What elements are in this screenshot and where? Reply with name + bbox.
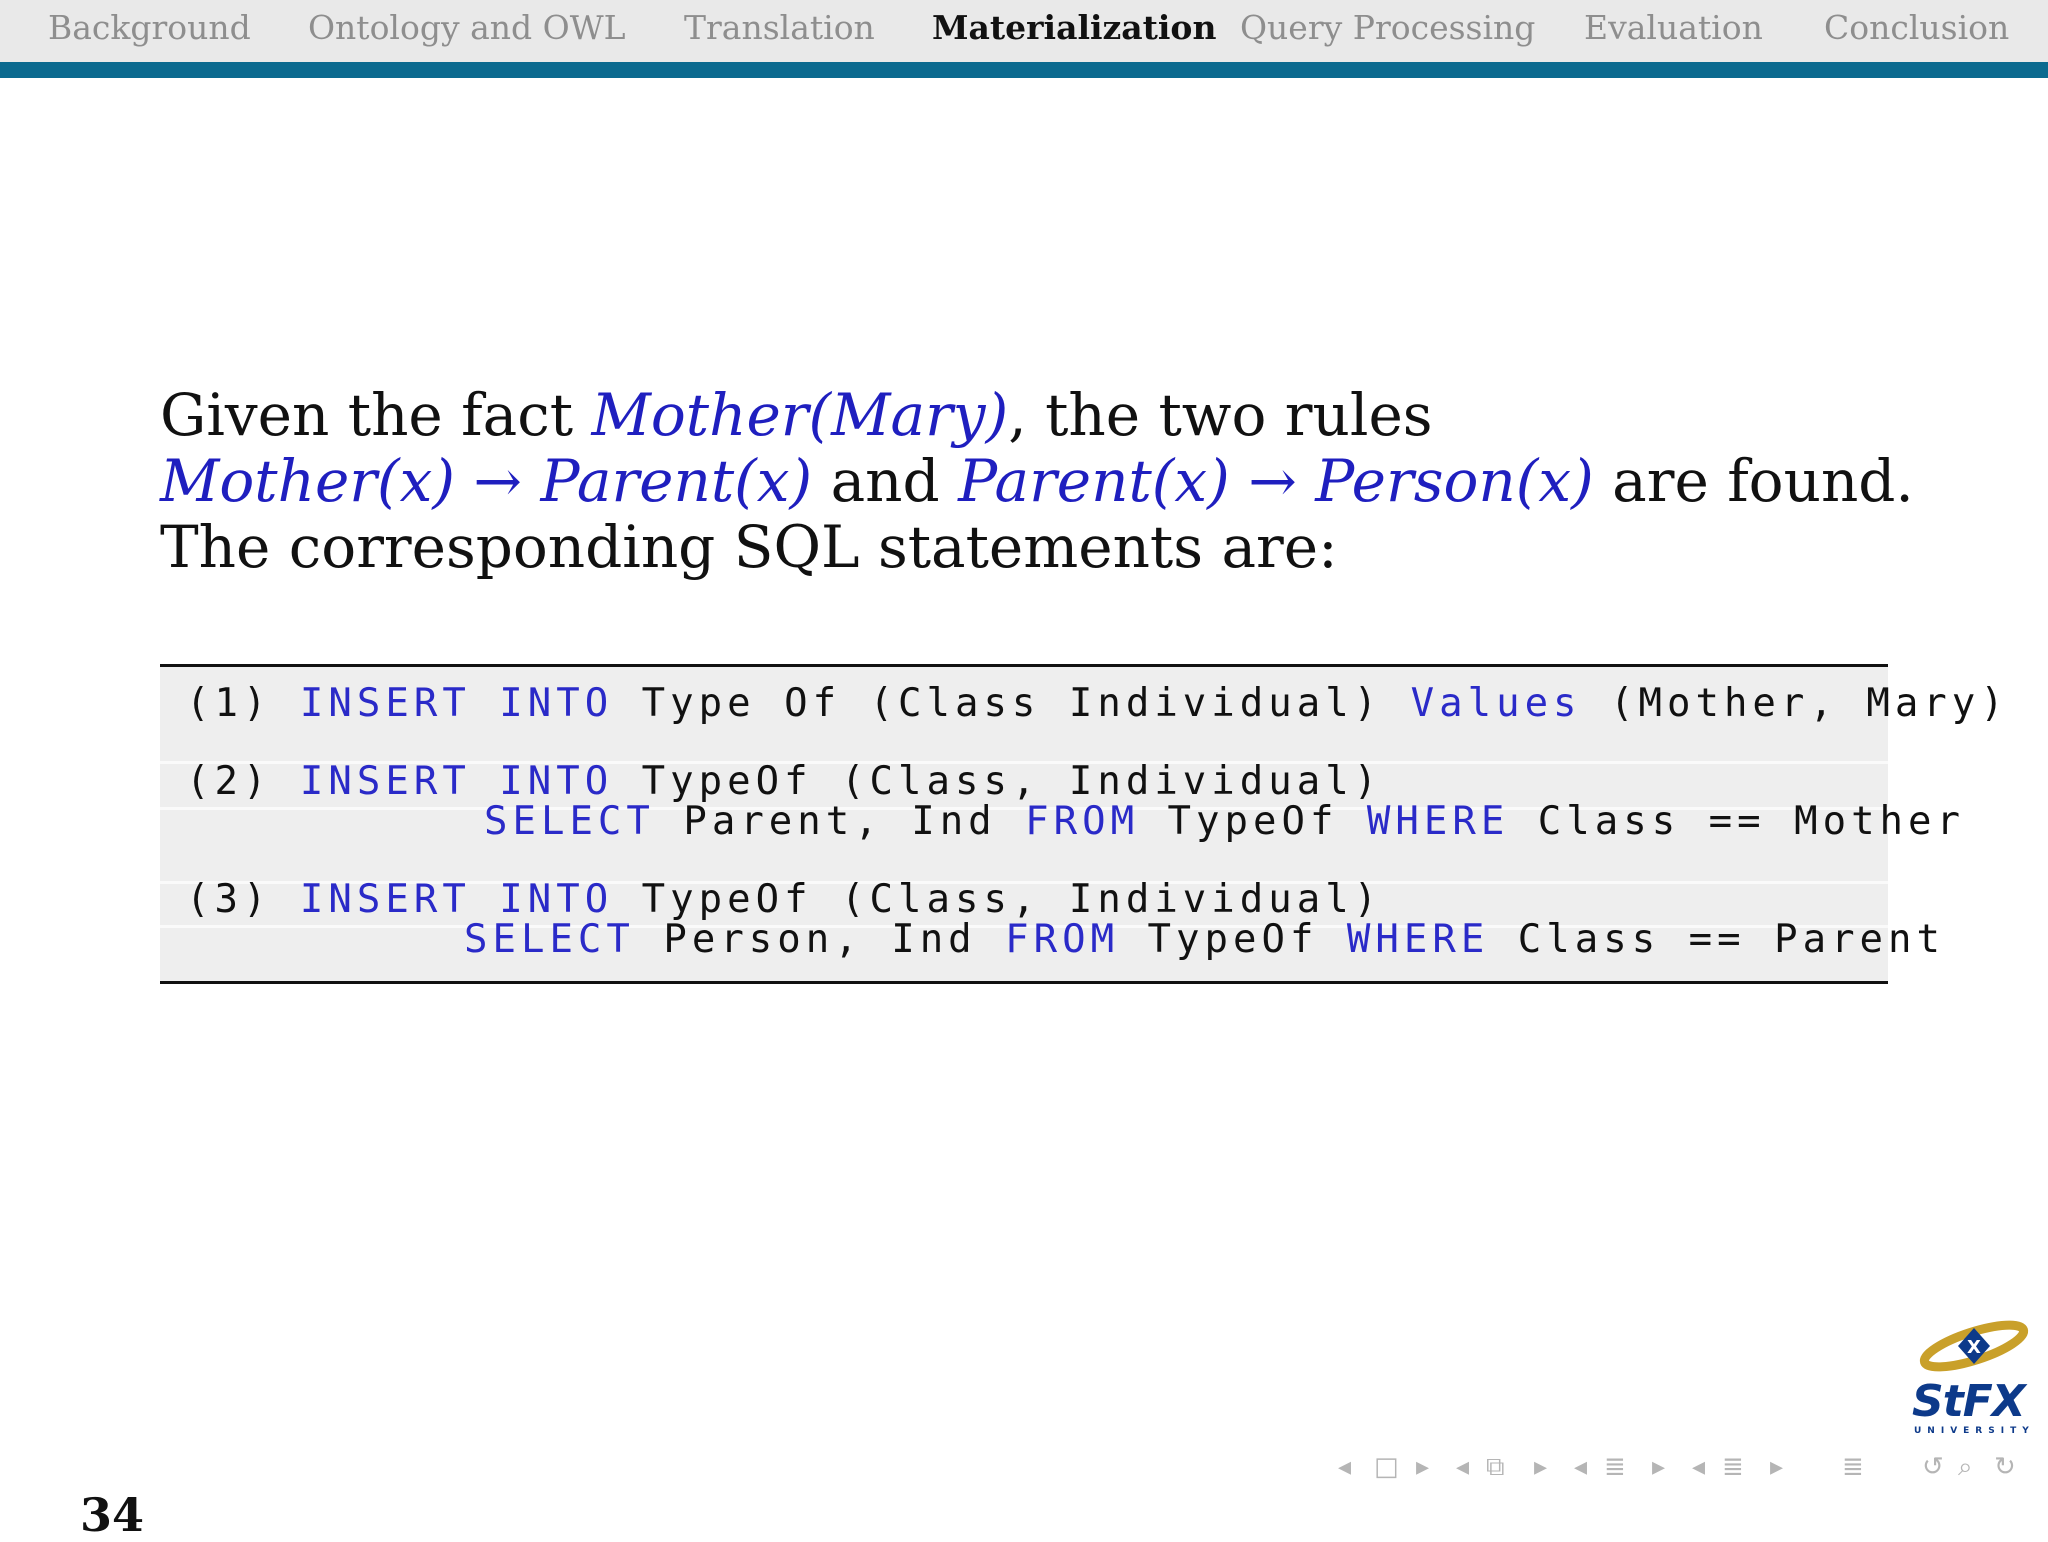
nav-item-translation[interactable]: Translation: [684, 8, 875, 47]
frames-icon[interactable]: ⧉: [1486, 1452, 1505, 1486]
logo-subtext: UNIVERSITY: [1914, 1426, 2035, 1436]
intro-line-3: The corresponding SQL statements are:: [160, 513, 1338, 581]
next-icon[interactable]: ▸: [1770, 1452, 1783, 1486]
prev-icon[interactable]: ◂: [1574, 1452, 1587, 1486]
fact-math: Mother(Mary): [591, 381, 1009, 449]
nav-item-conclusion[interactable]: Conclusion: [1824, 8, 2009, 47]
prev-icon[interactable]: ◂: [1338, 1452, 1351, 1486]
prev-icon[interactable]: ◂: [1692, 1452, 1705, 1486]
code-line-2: (2) INSERT INTO TypeOf (Class, Individua…: [186, 759, 1383, 804]
menu-icon[interactable]: ≣: [1842, 1452, 1864, 1486]
code-line-4: (3) INSERT INTO TypeOf (Class, Individua…: [186, 877, 1383, 922]
section-icon[interactable]: ≣: [1722, 1452, 1744, 1486]
code-line-3: SELECT Parent, Ind FROM TypeOf WHERE Cla…: [484, 799, 1965, 844]
next-icon[interactable]: ▸: [1652, 1452, 1665, 1486]
code-line-5: SELECT Person, Ind FROM TypeOf WHERE Cla…: [464, 917, 1945, 962]
nav-item-ontology-and-owl[interactable]: Ontology and OWL: [308, 8, 626, 47]
code-line-1: (1) INSERT INTO Type Of (Class Individua…: [186, 681, 2009, 726]
page-number: 34: [80, 1488, 145, 1542]
sql-code-block: (1) INSERT INTO Type Of (Class Individua…: [160, 664, 2004, 984]
subsection-icon[interactable]: ≣: [1604, 1452, 1626, 1486]
rule-2-math: Parent(x) → Person(x): [958, 447, 1594, 515]
intro-paragraph: Given the fact Mother(Mary), the two rul…: [160, 382, 1920, 580]
next-icon[interactable]: ▸: [1534, 1452, 1547, 1486]
frame-icon[interactable]: □: [1374, 1452, 1399, 1486]
prev-icon[interactable]: ◂: [1456, 1452, 1469, 1486]
nav-item-background[interactable]: Background: [48, 8, 251, 47]
nav-item-materialization[interactable]: Materialization: [932, 8, 1216, 47]
logo-wordmark: StFX: [1912, 1376, 2026, 1427]
next-icon[interactable]: ▸: [1416, 1452, 1429, 1486]
nav-item-evaluation[interactable]: Evaluation: [1584, 8, 1763, 47]
search-icon[interactable]: ⌕: [1958, 1452, 1973, 1486]
redo-icon[interactable]: ↻: [1994, 1452, 2016, 1486]
rule-1-math: Mother(x) → Parent(x): [160, 447, 813, 515]
svg-text:X: X: [1967, 1337, 1981, 1358]
section-navigation-bar: Background Ontology and OWL Translation …: [0, 0, 2048, 78]
nav-item-query-processing[interactable]: Query Processing: [1240, 8, 1535, 47]
intro-line-2: Mother(x) → Parent(x) and Parent(x) → Pe…: [160, 447, 1914, 515]
undo-icon[interactable]: ↺: [1922, 1452, 1944, 1486]
intro-line-1: Given the fact Mother(Mary), the two rul…: [160, 381, 1433, 449]
